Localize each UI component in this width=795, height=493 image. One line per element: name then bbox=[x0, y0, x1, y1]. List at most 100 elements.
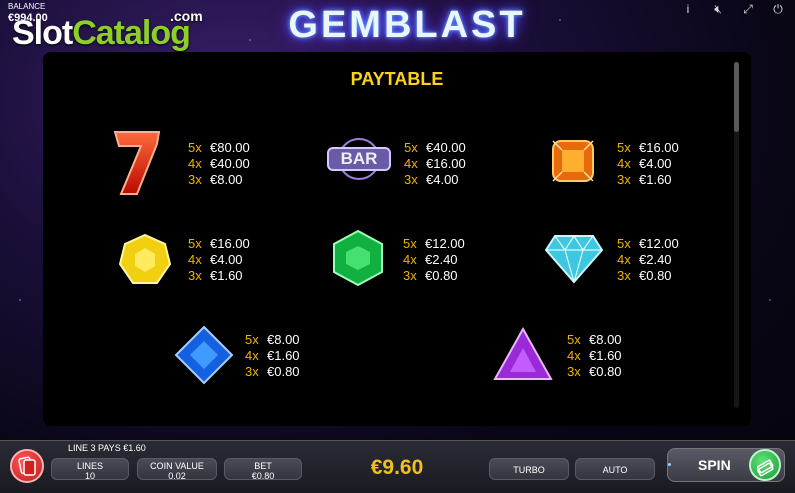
coin-value-label: COIN VALUE bbox=[150, 461, 204, 471]
pay-row: 4x €40.00 bbox=[188, 156, 250, 172]
pay-row: 3x €0.80 bbox=[567, 364, 622, 380]
pay-value: €80.00 bbox=[210, 140, 250, 155]
pay-multiplier: 3x bbox=[617, 268, 631, 283]
line-pays-text: LINE 3 PAYS €1.60 bbox=[68, 443, 146, 453]
pay-multiplier: 5x bbox=[188, 236, 202, 251]
paytable-panel: PAYTABLE 5x €80.00 4x €40.00 3x €8.00 BAR 5… bbox=[43, 52, 751, 426]
pay-row: 4x €16.00 bbox=[404, 156, 466, 172]
pay-multiplier: 5x bbox=[188, 140, 202, 155]
pay-value: €0.80 bbox=[267, 364, 300, 379]
pay-value: €0.80 bbox=[425, 268, 458, 283]
coin-value-value: 0.02 bbox=[168, 471, 186, 481]
yellow-gem-icon bbox=[118, 233, 172, 284]
pay-value: €0.80 bbox=[589, 364, 622, 379]
cards-icon bbox=[18, 456, 36, 476]
money-stack-icon bbox=[757, 459, 774, 477]
pay-multiplier: 4x bbox=[404, 156, 418, 171]
spin-indicator-dot bbox=[668, 463, 671, 466]
pay-value: €12.00 bbox=[639, 236, 679, 251]
lines-value: 10 bbox=[84, 471, 95, 481]
pay-value: €1.60 bbox=[210, 268, 243, 283]
bet-control[interactable]: BET €0.80 bbox=[224, 458, 302, 481]
power-icon[interactable]: ⏻ bbox=[769, 2, 787, 17]
pay-value: €16.00 bbox=[210, 236, 250, 251]
pay-value: €4.00 bbox=[210, 252, 243, 267]
game-logo: GEMBLAST bbox=[288, 4, 526, 46]
coins-icon[interactable] bbox=[749, 449, 781, 481]
pay-row: 3x €4.00 bbox=[404, 172, 466, 188]
pays-green: 5x €12.00 4x €2.40 3x €0.80 bbox=[403, 236, 465, 284]
pay-row: 4x €2.40 bbox=[617, 252, 679, 268]
pay-multiplier: 4x bbox=[188, 252, 202, 267]
pay-multiplier: 4x bbox=[403, 252, 417, 267]
red-seven-icon bbox=[113, 131, 161, 195]
watermark-suffix: .com bbox=[170, 8, 203, 24]
pay-value: €8.00 bbox=[267, 332, 300, 347]
bar-label: BAR bbox=[340, 149, 378, 168]
pay-multiplier: 4x bbox=[567, 348, 581, 363]
orange-gem-icon bbox=[552, 140, 594, 182]
pay-row: 5x €12.00 bbox=[403, 236, 465, 252]
lines-label: LINES bbox=[76, 461, 103, 471]
pay-row: 5x €80.00 bbox=[188, 140, 250, 156]
spin-label: SPIN bbox=[698, 457, 731, 473]
coin-value-control[interactable]: COIN VALUE 0.02 bbox=[137, 458, 217, 481]
turbo-button[interactable]: TURBO bbox=[489, 458, 569, 480]
fullscreen-icon[interactable]: ⤢ bbox=[739, 2, 757, 17]
pay-row: 5x €8.00 bbox=[245, 332, 300, 348]
pay-multiplier: 5x bbox=[403, 236, 417, 251]
pay-row: 3x €0.80 bbox=[403, 268, 465, 284]
bar-icon: BAR bbox=[326, 138, 392, 180]
lines-control[interactable]: LINES 10 bbox=[51, 458, 129, 481]
pay-multiplier: 5x bbox=[567, 332, 581, 347]
pay-multiplier: 4x bbox=[617, 156, 631, 171]
pay-multiplier: 3x bbox=[188, 268, 202, 283]
pay-multiplier: 3x bbox=[567, 364, 581, 379]
pay-multiplier: 3x bbox=[403, 268, 417, 283]
pays-bar: 5x €40.00 4x €16.00 3x €4.00 bbox=[404, 140, 466, 188]
watermark-part1: Slot bbox=[12, 14, 73, 52]
paytable-menu-button[interactable] bbox=[10, 449, 44, 483]
pay-value: €40.00 bbox=[210, 156, 250, 171]
pay-multiplier: 3x bbox=[188, 172, 202, 187]
pay-row: 4x €4.00 bbox=[617, 156, 679, 172]
pay-multiplier: 3x bbox=[617, 172, 631, 187]
pay-row: 5x €8.00 bbox=[567, 332, 622, 348]
total-bet-display: €9.60 bbox=[370, 456, 424, 479]
pay-value: €4.00 bbox=[639, 156, 672, 171]
pay-row: 3x €8.00 bbox=[188, 172, 250, 188]
pay-multiplier: 3x bbox=[404, 172, 418, 187]
pay-value: €4.00 bbox=[426, 172, 459, 187]
pays-orange: 5x €16.00 4x €4.00 3x €1.60 bbox=[617, 140, 679, 188]
cyan-diamond-icon bbox=[544, 234, 604, 284]
pay-value: €16.00 bbox=[639, 140, 679, 155]
auto-button[interactable]: AUTO bbox=[575, 458, 655, 480]
pay-multiplier: 5x bbox=[617, 140, 631, 155]
pay-multiplier: 4x bbox=[245, 348, 259, 363]
pay-value: €8.00 bbox=[589, 332, 622, 347]
green-gem-icon bbox=[333, 229, 383, 287]
pay-row: 3x €1.60 bbox=[188, 268, 250, 284]
pay-row: 3x €0.80 bbox=[245, 364, 300, 380]
info-icon[interactable]: i bbox=[679, 2, 697, 17]
pays-purple: 5x €8.00 4x €1.60 3x €0.80 bbox=[567, 332, 622, 380]
pay-row: 4x €1.60 bbox=[245, 348, 300, 364]
pay-multiplier: 5x bbox=[404, 140, 418, 155]
pay-value: €40.00 bbox=[426, 140, 466, 155]
pays-blue: 5x €8.00 4x €1.60 3x €0.80 bbox=[245, 332, 300, 380]
pays-seven: 5x €80.00 4x €40.00 3x €8.00 bbox=[188, 140, 250, 188]
sound-off-icon[interactable]: 🔇︎ bbox=[709, 2, 727, 17]
pay-row: 3x €1.60 bbox=[617, 172, 679, 188]
pays-diamond: 5x €12.00 4x €2.40 3x €0.80 bbox=[617, 236, 679, 284]
bet-value: €0.80 bbox=[251, 471, 275, 481]
purple-gem-icon bbox=[493, 326, 553, 380]
blue-gem-icon bbox=[174, 325, 234, 385]
pay-multiplier: 4x bbox=[617, 252, 631, 267]
pay-row: 5x €16.00 bbox=[617, 140, 679, 156]
paytable-title: PAYTABLE bbox=[350, 69, 444, 89]
pay-multiplier: 5x bbox=[245, 332, 259, 347]
pay-row: 4x €2.40 bbox=[403, 252, 465, 268]
pay-row: 4x €1.60 bbox=[567, 348, 622, 364]
pay-value: €1.60 bbox=[639, 172, 672, 187]
pay-value: €16.00 bbox=[426, 156, 466, 171]
